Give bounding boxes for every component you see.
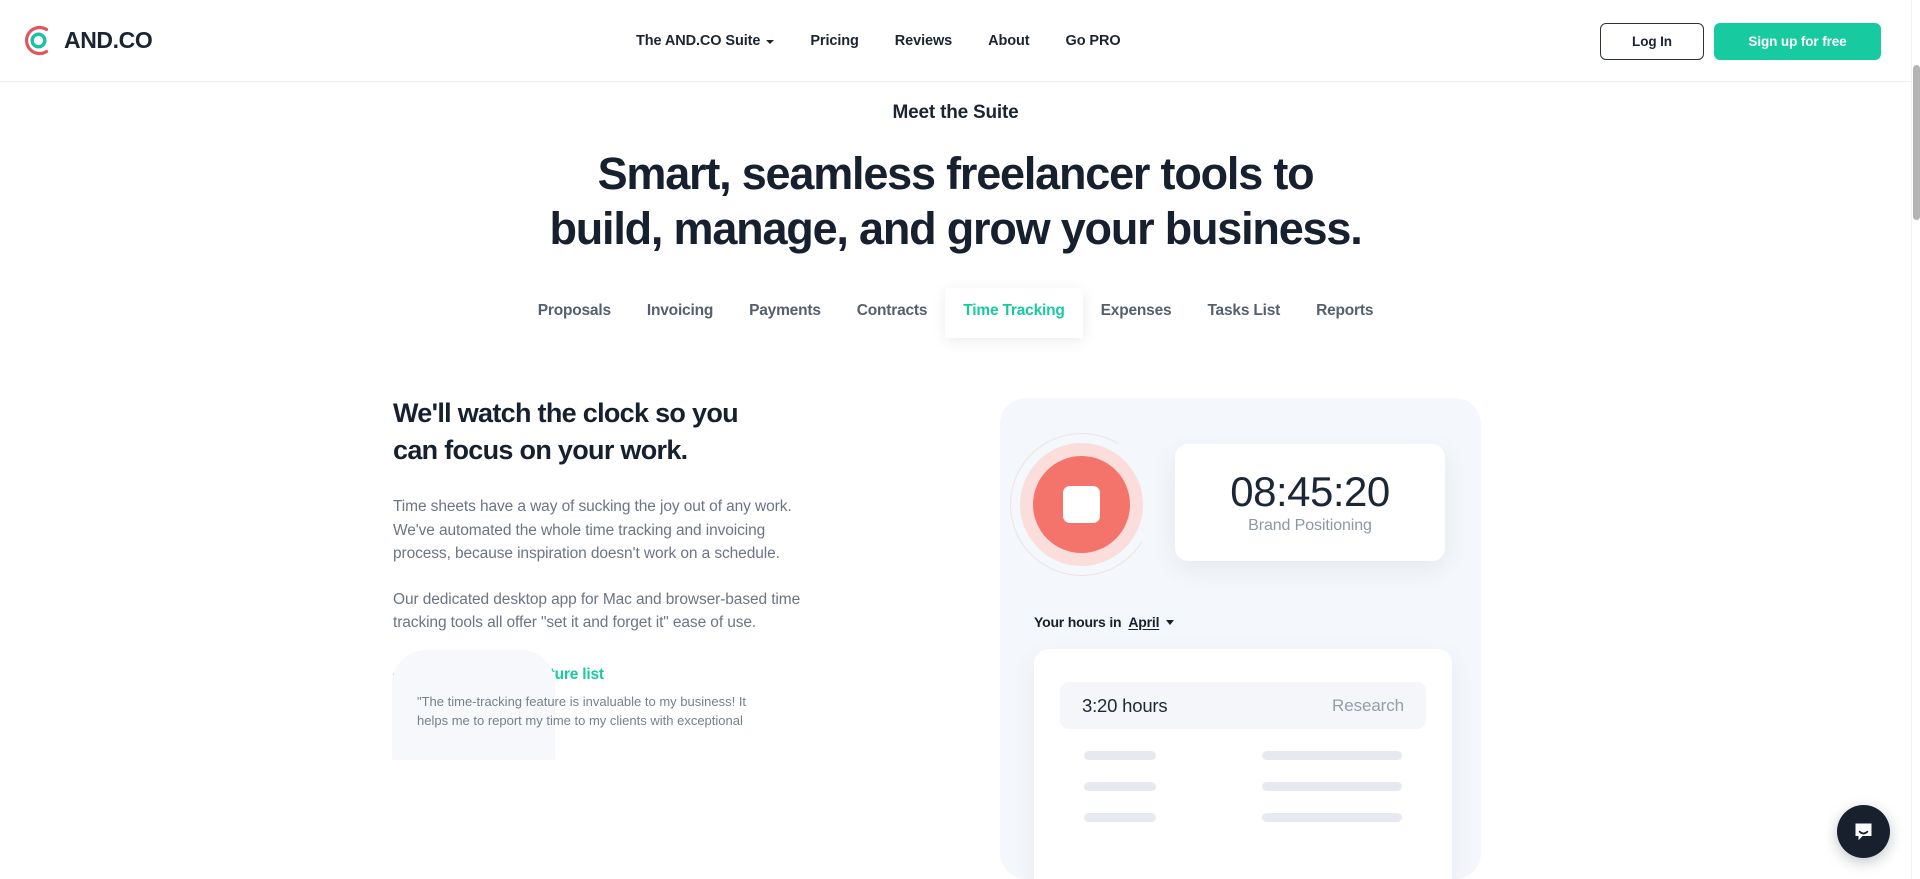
skeleton-bar: [1262, 751, 1402, 760]
hero-title-line-1: Smart, seamless freelancer tools to: [597, 148, 1315, 199]
testimonial-quote: "The time-tracking feature is invaluable…: [417, 694, 747, 728]
hero-title-line-2: build, manage, and grow your business.: [549, 203, 1362, 254]
nav-item-label: Reviews: [894, 33, 953, 49]
list-item-placeholder: [1062, 782, 1424, 791]
chat-widget-button[interactable]: [1837, 805, 1890, 858]
tab-reports[interactable]: Reports: [1298, 288, 1391, 338]
stop-timer-button[interactable]: [1033, 456, 1130, 553]
list-item[interactable]: 3:20 hours Research: [1060, 682, 1426, 729]
feature-title: We'll watch the clock so you can focus o…: [393, 395, 813, 469]
sign-up-button[interactable]: Sign up for free: [1714, 22, 1881, 60]
feature-copy-column: We'll watch the clock so you can focus o…: [393, 395, 813, 684]
brand-logo-link[interactable]: AND.CO: [22, 24, 153, 57]
testimonial-block: "The time-tracking feature is invaluable…: [392, 650, 813, 760]
timer-row: 08:45:20 Brand Positioning: [994, 415, 1481, 592]
time-tracking-mock-panel: 08:45:20 Brand Positioning Your hours in…: [994, 398, 1481, 879]
nav-actions: Log In Sign up for free: [1600, 0, 1881, 82]
nav-item-label: About: [988, 33, 1030, 49]
tab-payments[interactable]: Payments: [731, 288, 839, 338]
skeleton-bar: [1084, 782, 1156, 791]
chevron-down-icon[interactable]: [1166, 619, 1175, 625]
hero-eyebrow: Meet the Suite: [892, 102, 1019, 123]
nav-item-label: Pricing: [810, 33, 859, 49]
hours-entry-tag: Research: [1332, 695, 1404, 715]
chevron-down-icon: [766, 40, 775, 44]
log-in-button[interactable]: Log In: [1600, 22, 1704, 60]
tab-tasks-list[interactable]: Tasks List: [1189, 288, 1298, 338]
top-navigation-bar: AND.CO The AND.CO Suite Pricing Reviews …: [0, 0, 1911, 82]
feature-title-line-1: We'll watch the clock so you: [393, 398, 739, 428]
scrollbar-thumb[interactable]: [1913, 65, 1920, 220]
skeleton-bar: [1262, 813, 1402, 822]
nav-item-go-pro[interactable]: Go PRO: [1048, 33, 1139, 49]
feature-paragraph-1: Time sheets have a way of sucking the jo…: [393, 498, 792, 562]
tab-contracts[interactable]: Contracts: [839, 288, 946, 338]
suite-tabs: Proposals Invoicing Payments Contracts T…: [0, 288, 1911, 338]
feature-title-line-2: can focus on your work.: [393, 435, 688, 465]
skeleton-bar: [1262, 782, 1402, 791]
hours-entry-duration: 3:20 hours: [1082, 694, 1168, 716]
nav-item-about[interactable]: About: [970, 33, 1047, 49]
list-item-placeholder: [1062, 813, 1424, 822]
tab-invoicing[interactable]: Invoicing: [629, 288, 731, 338]
page-root: AND.CO The AND.CO Suite Pricing Reviews …: [0, 0, 1920, 879]
tab-time-tracking[interactable]: Time Tracking: [945, 288, 1083, 338]
stop-square-icon: [1063, 486, 1100, 523]
nav-item-reviews[interactable]: Reviews: [877, 33, 970, 49]
hours-month-selector[interactable]: Your hours in April: [1034, 614, 1175, 630]
primary-nav-links: The AND.CO Suite Pricing Reviews About G…: [618, 0, 1139, 82]
skeleton-bar: [1084, 751, 1156, 760]
nav-item-pricing[interactable]: Pricing: [792, 33, 876, 49]
feature-section: We'll watch the clock so you can focus o…: [0, 380, 1911, 879]
andco-circle-logo-icon: [22, 24, 55, 57]
tab-expenses[interactable]: Expenses: [1083, 288, 1190, 338]
timer-card: 08:45:20 Brand Positioning: [1175, 444, 1445, 561]
hours-list-card: 3:20 hours Research: [1034, 649, 1452, 879]
list-item-placeholder: [1062, 751, 1424, 760]
chat-bubble-smile-icon: [1855, 823, 1872, 841]
nav-item-the-andco-suite[interactable]: The AND.CO Suite: [618, 33, 792, 49]
timer-elapsed-value: 08:45:20: [1230, 468, 1390, 516]
scrollbar-track[interactable]: [1911, 0, 1920, 879]
brand-name: AND.CO: [64, 27, 153, 53]
feature-paragraph-2: Our dedicated desktop app for Mac and br…: [393, 590, 801, 632]
skeleton-bar: [1084, 813, 1156, 822]
hours-label-prefix: Your hours in: [1034, 614, 1122, 630]
nav-item-label: The AND.CO Suite: [636, 33, 761, 49]
nav-item-label: Go PRO: [1065, 33, 1121, 49]
tab-proposals[interactable]: Proposals: [520, 288, 629, 338]
page-title: Smart, seamless freelancer tools to buil…: [0, 146, 1911, 256]
timer-task-name: Brand Positioning: [1248, 516, 1372, 534]
hours-selected-month[interactable]: April: [1128, 614, 1159, 630]
hero-section: Meet the Suite Smart, seamless freelance…: [0, 82, 1911, 256]
